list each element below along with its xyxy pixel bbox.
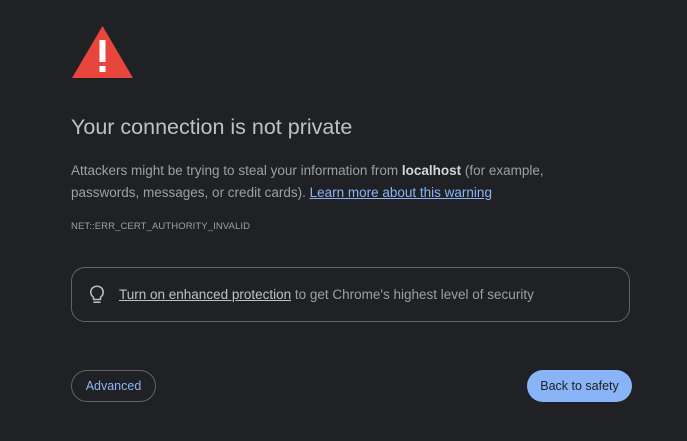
enhanced-protection-box: Turn on enhanced protection to get Chrom… (71, 267, 630, 322)
enhanced-protection-rest: to get Chrome's highest level of securit… (291, 287, 534, 302)
enhanced-protection-link[interactable]: Turn on enhanced protection (119, 287, 291, 302)
back-to-safety-button[interactable]: Back to safety (527, 370, 632, 402)
lightbulb-icon (90, 285, 104, 304)
warning-description: Attackers might be trying to steal your … (71, 160, 591, 204)
enhanced-protection-text: Turn on enhanced protection to get Chrom… (119, 287, 534, 302)
description-prefix: Attackers might be trying to steal your … (71, 163, 402, 178)
learn-more-link[interactable]: Learn more about this warning (310, 185, 492, 200)
warning-triangle-icon (72, 26, 133, 78)
error-code: NET::ERR_CERT_AUTHORITY_INVALID (71, 221, 251, 232)
page-title: Your connection is not private (71, 115, 353, 139)
advanced-button[interactable]: Advanced (71, 370, 156, 402)
interstitial-page: Your connection is not private Attackers… (0, 0, 687, 441)
host-name: localhost (401, 163, 462, 178)
